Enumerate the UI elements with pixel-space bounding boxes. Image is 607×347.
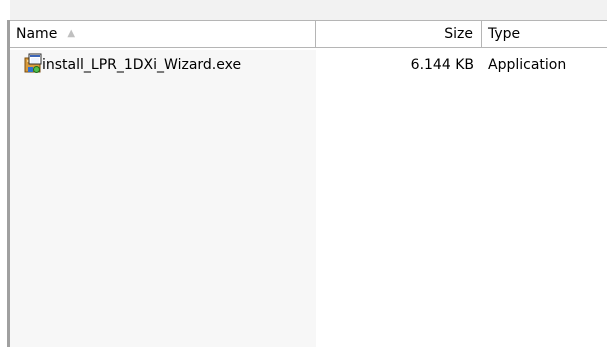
sorted-column-highlight — [10, 50, 316, 347]
column-header-type-label: Type — [488, 26, 521, 42]
file-name: install_LPR_1DXi_Wizard.exe — [42, 57, 242, 73]
file-list-pane[interactable]: Name ▲ Size Type install_LPR_1DXi_Wizard.… — [0, 0, 607, 347]
column-header-name-label: Name — [16, 26, 58, 42]
column-header-row: Name ▲ Size Type — [10, 20, 607, 48]
column-header-type[interactable]: Type — [482, 21, 607, 47]
file-type: Application — [488, 57, 567, 73]
column-header-size-label: Size — [444, 26, 473, 42]
file-size: 6.144 KB — [410, 57, 474, 73]
column-header-size[interactable]: Size — [316, 21, 482, 47]
sort-ascending-icon: ▲ — [67, 28, 76, 39]
column-header-name[interactable]: Name ▲ — [10, 21, 316, 47]
file-row[interactable]: install_LPR_1DXi_Wizard.exe 6.144 KB App… — [10, 51, 607, 79]
